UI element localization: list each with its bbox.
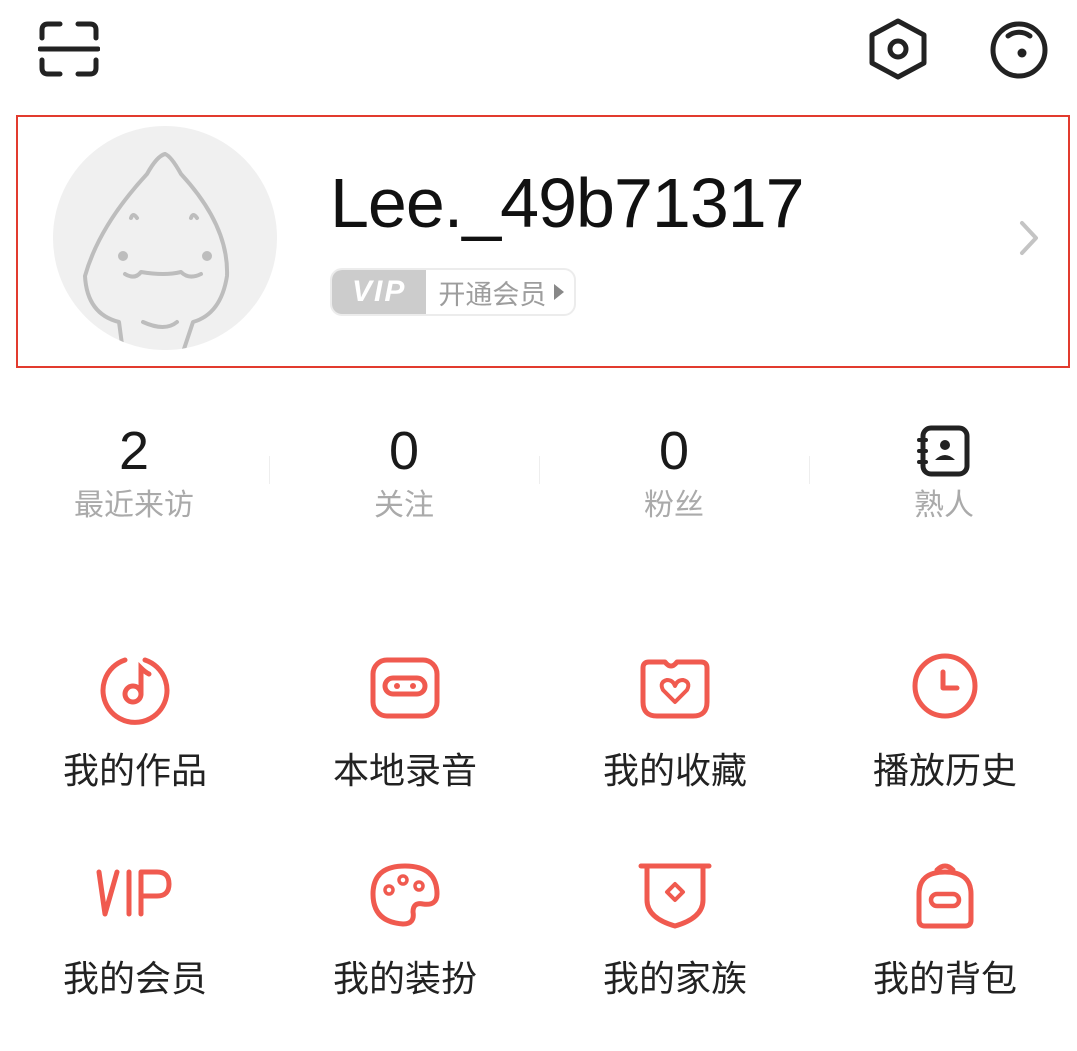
shield-badge-icon <box>638 863 712 929</box>
stats-row: 2 最近来访 0 关注 0 粉丝 熟人 <box>0 420 1077 530</box>
menu-my-backpack[interactable]: 我的背包 <box>810 860 1077 1004</box>
contacts-book-icon <box>917 425 970 477</box>
chevron-right-icon <box>1020 221 1038 255</box>
stat-value: 0 <box>658 421 690 481</box>
stat-value: 2 <box>118 421 150 481</box>
menu-play-history[interactable]: 播放历史 <box>810 652 1077 796</box>
vip-badge: VIP <box>332 270 427 314</box>
stat-label: 最近来访 <box>74 488 194 523</box>
menu-label: 我的收藏 <box>602 751 747 792</box>
triangle-right-icon <box>554 284 565 300</box>
menu-label: 我的作品 <box>62 751 207 792</box>
menu-label: 我的背包 <box>872 959 1017 1000</box>
menu-label: 播放历史 <box>872 751 1017 792</box>
menu-label: 我的会员 <box>62 959 207 1000</box>
stat-acquaintances[interactable]: 熟人 <box>844 420 1044 526</box>
menu-local-recordings[interactable]: 本地录音 <box>270 652 540 796</box>
stat-value: 0 <box>388 421 420 481</box>
menu-my-membership[interactable]: 我的会员 <box>0 860 270 1004</box>
menu-my-family[interactable]: 我的家族 <box>540 860 810 1004</box>
backpack-icon <box>916 863 974 929</box>
scan-icon[interactable] <box>38 20 100 78</box>
cassette-tape-icon <box>370 657 440 719</box>
stat-label: 关注 <box>374 488 434 523</box>
vip-open-label: 开通会员 <box>438 279 547 311</box>
stat-label: 熟人 <box>914 488 974 523</box>
menu-label: 本地录音 <box>332 751 477 792</box>
menu-label: 我的家族 <box>602 959 747 1000</box>
stat-recent-visitors[interactable]: 2 最近来访 <box>34 420 234 526</box>
menu-my-outfits[interactable]: 我的装扮 <box>270 860 540 1004</box>
menu-label: 我的装扮 <box>332 959 477 1000</box>
music-note-disc-icon <box>100 657 170 725</box>
stat-icon-wrap <box>844 420 1044 482</box>
vip-text-icon <box>96 869 172 917</box>
stat-following[interactable]: 0 关注 <box>304 420 504 526</box>
divider <box>539 456 540 484</box>
vip-open-button[interactable]: VIP 开通会员 <box>330 268 577 316</box>
settings-hexagon-icon[interactable] <box>866 18 930 80</box>
heart-folder-icon <box>640 659 710 719</box>
menu-my-favorites[interactable]: 我的收藏 <box>540 652 810 796</box>
palette-icon <box>370 863 440 927</box>
avatar[interactable] <box>53 126 277 350</box>
stat-fans[interactable]: 0 粉丝 <box>574 420 774 526</box>
divider <box>269 456 270 484</box>
profile-page: Lee._49b71317 VIP 开通会员 2 最近来访 0 关注 0 粉丝 <box>0 0 1077 1051</box>
default-avatar-icon <box>83 152 230 350</box>
menu-my-works[interactable]: 我的作品 <box>0 652 270 796</box>
clock-icon <box>912 653 978 719</box>
theme-switch-icon[interactable] <box>986 20 1052 80</box>
divider <box>809 456 810 484</box>
profile-card[interactable]: Lee._49b71317 VIP 开通会员 <box>16 115 1070 368</box>
username: Lee._49b71317 <box>330 164 805 242</box>
stat-label: 粉丝 <box>644 488 704 523</box>
